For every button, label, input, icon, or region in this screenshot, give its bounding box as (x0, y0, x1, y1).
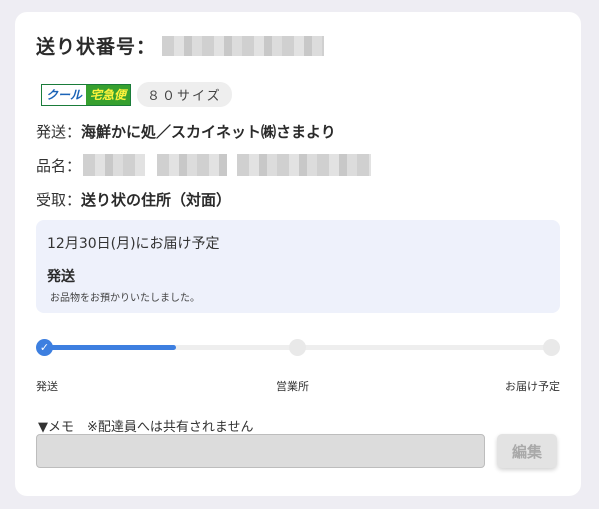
logo-cool-text: クール (42, 84, 87, 105)
item-name-redacted-3 (237, 154, 372, 176)
status-title: 発送 (47, 269, 75, 285)
tracking-number-title: 送り状番号： (36, 36, 157, 58)
memo-label: ▼メモ ※配達員へは共有されません (38, 420, 254, 435)
tracking-card: 送り状番号： クール 宅急便 ８０サイズ 発送： 海鮮かに処／スカイネット㈱さま… (15, 12, 581, 496)
sender-row: 発送： 海鮮かに処／スカイネット㈱さまより (36, 121, 336, 142)
cool-takkyubin-logo: クール 宅急便 (41, 83, 132, 106)
step-label-shipped: 発送 (36, 380, 58, 393)
item-name-redacted-1 (83, 154, 146, 176)
item-label: 品名： (36, 156, 82, 175)
step-labels: 発送 営業所 お届け予定 (36, 378, 560, 394)
receiver-value: 送り状の住所（対面） (81, 191, 232, 209)
sender-value: 海鮮かに処／スカイネット㈱さまより (81, 123, 336, 141)
status-box: 12月30日(月)にお届け予定 発送 お品物をお預かりいたしました。 (36, 220, 560, 313)
step-label-office: 営業所 (276, 380, 309, 393)
sender-label: 発送： (36, 123, 82, 141)
tracking-number-redacted (162, 35, 325, 56)
memo-input[interactable] (36, 434, 485, 468)
logo-takkyubin-text: 宅急便 (86, 84, 131, 105)
progress-tracker: ✓ (36, 339, 560, 359)
service-row: クール 宅急便 ８０サイズ (41, 82, 232, 107)
size-badge: ８０サイズ (137, 82, 232, 107)
step-label-delivery: お届け予定 (505, 380, 560, 393)
step-dot-office (289, 339, 306, 356)
check-icon: ✓ (39, 341, 50, 354)
receiver-label: 受取： (36, 191, 82, 209)
tracking-number-row: 送り状番号： (36, 32, 325, 59)
delivery-date: 12月30日(月)にお届け予定 (47, 236, 220, 252)
edit-button[interactable]: 編集 (497, 434, 557, 468)
step-dot-shipped: ✓ (36, 339, 53, 356)
item-name-redacted-2 (157, 154, 228, 176)
step-dot-delivery (543, 339, 560, 356)
status-description: お品物をお預かりいたしました。 (50, 293, 200, 304)
progress-fill (44, 345, 177, 350)
receiver-row: 受取： 送り状の住所（対面） (36, 189, 231, 210)
item-row: 品名： (36, 154, 372, 176)
